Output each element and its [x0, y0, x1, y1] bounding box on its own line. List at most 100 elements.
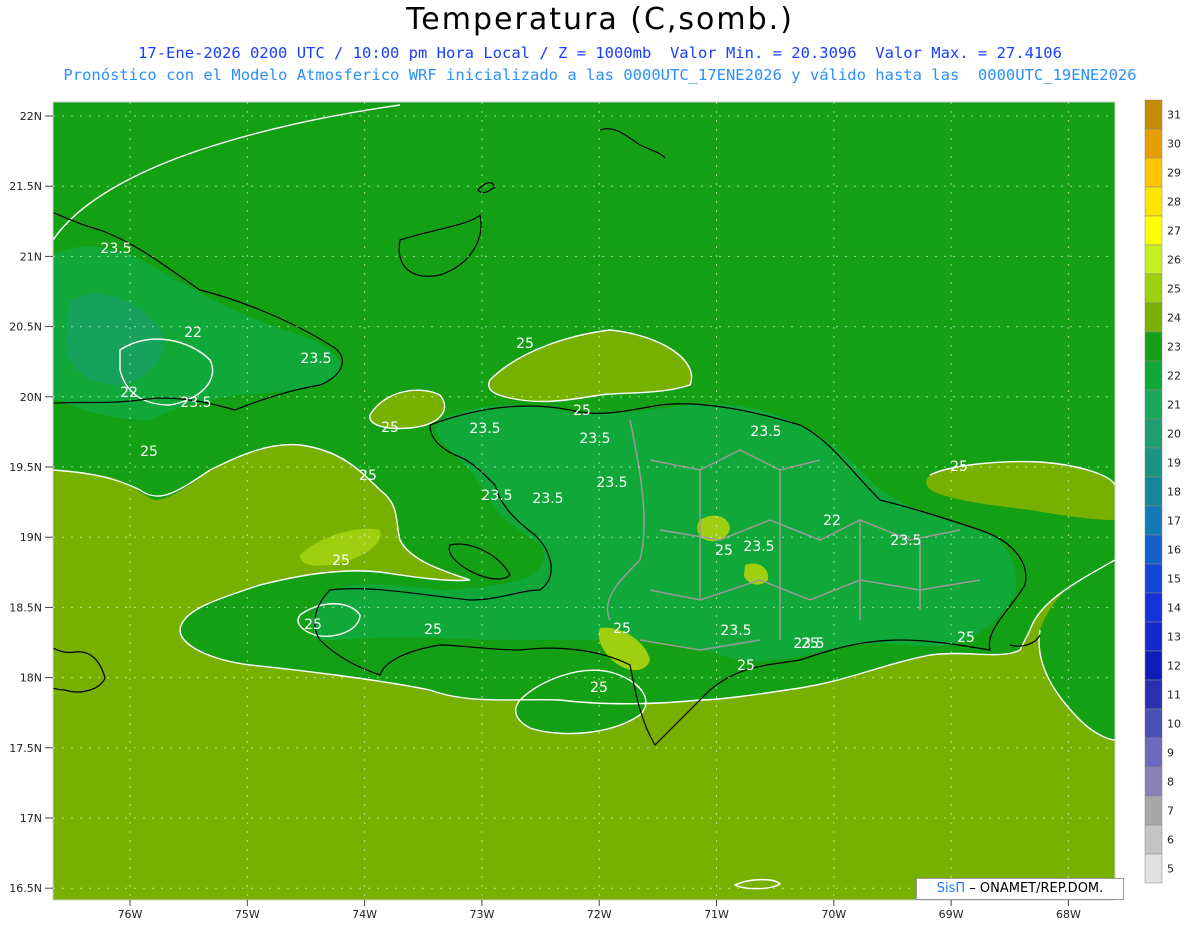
contour-label: 23.5 [180, 395, 211, 411]
contour-label: 25 [573, 403, 591, 419]
colorbar-label: 18 [1167, 486, 1181, 499]
colorbar-swatch [1144, 563, 1163, 594]
colorbar-swatch [1144, 795, 1163, 826]
lat-label: 21N [20, 250, 42, 263]
colorbar-label: 17 [1167, 515, 1181, 528]
contour-label: 23.5 [579, 431, 610, 447]
contour-label: 23.5 [481, 488, 512, 504]
lon-label: 72W [587, 908, 612, 921]
contour-label: 25 [140, 444, 158, 460]
colorbar-label: 5 [1167, 863, 1174, 876]
colorbar-label: 23 [1167, 341, 1181, 354]
colorbar-swatch [1144, 476, 1163, 507]
colorbar-swatch [1144, 215, 1163, 246]
colorbar-label: 7 [1167, 805, 1174, 818]
contour-label: 25 [332, 553, 350, 569]
contour-label: 23.5 [532, 491, 563, 507]
latitude-labels: 22N 21.5N 21N 20.5N 20N 19.5N 19N 18.5N 18N 17.5N… [9, 110, 53, 895]
lat-label: 16.5N [9, 882, 42, 895]
colorbar-label: 9 [1167, 747, 1174, 760]
colorbar-label: 25 [1167, 283, 1181, 296]
lat-label: 18.5N [9, 601, 42, 614]
lat-label: 21.5N [9, 180, 42, 193]
contour-label: 25 [304, 617, 322, 633]
colorbar-swatch [1144, 650, 1163, 681]
lon-label: 68W [1056, 908, 1081, 921]
lat-label: 19N [20, 531, 42, 544]
lat-label: 20N [20, 391, 42, 404]
contour-label: 25 [381, 420, 399, 436]
colorbar-swatch [1144, 273, 1163, 304]
colorbar-label: 20 [1167, 428, 1181, 441]
colorbar-swatch [1144, 766, 1163, 797]
lon-label: 76W [118, 908, 143, 921]
colorbar-label: 27 [1167, 225, 1181, 238]
colorbar-label: 15 [1167, 573, 1181, 586]
colorbar-label: 14 [1167, 602, 1181, 615]
contour-label: 23.5 [596, 475, 627, 491]
colorbar-swatch [1144, 302, 1163, 333]
contour-label: 25 [737, 658, 755, 674]
colorbar-label: 21 [1167, 399, 1181, 412]
lat-label: 17.5N [9, 742, 42, 755]
colorbar-label: 19 [1167, 457, 1181, 470]
colorbar-swatch [1144, 447, 1163, 478]
contour-label: 23.5 [743, 539, 774, 555]
colorbar-swatch [1144, 621, 1163, 652]
lon-label: 73W [469, 908, 494, 921]
colorbar-swatch [1144, 737, 1163, 768]
colorbar-label: 28 [1167, 196, 1181, 209]
credit-box: SisΠ – ONAMET/REP.DOM. [916, 878, 1124, 900]
lat-label: 20.5N [9, 321, 42, 334]
colorbar-label: 30 [1167, 138, 1181, 151]
lon-label: 74W [352, 908, 377, 921]
colorbar-swatch [1144, 679, 1163, 710]
colorbar-label: 22 [1167, 370, 1181, 383]
contour-label: 25 [516, 336, 534, 352]
contour-label: 23.5 [469, 421, 500, 437]
colorbar-label: 10 [1167, 718, 1181, 731]
lon-label: 75W [235, 908, 260, 921]
credit-brand: SisΠ [936, 881, 966, 896]
contour-label: 25 [590, 680, 608, 696]
colorbar-label: 29 [1167, 167, 1181, 180]
colorbar-swatch [1144, 186, 1163, 217]
lat-label: 22N [20, 110, 42, 123]
credit-text: – ONAMET/REP.DOM. [965, 881, 1104, 896]
lon-label: 71W [704, 908, 729, 921]
contour-label: 25 [957, 630, 975, 646]
colorbar-label: 12 [1167, 660, 1181, 673]
contour-label: 22 [120, 385, 138, 401]
contour-label: 22 [184, 325, 202, 341]
colorbar-swatch [1144, 824, 1163, 855]
contour-label: 25 [359, 468, 377, 484]
colorbar-swatch [1144, 708, 1163, 739]
colorbar-label: 16 [1167, 544, 1181, 557]
lat-label: 18N [20, 672, 42, 685]
colorbar-label: 6 [1167, 834, 1174, 847]
contour-label: 25 [613, 621, 631, 637]
lat-label: 17N [20, 812, 42, 825]
contour-label: 25 [424, 622, 442, 638]
lat-label: 19.5N [9, 461, 42, 474]
colorbar-label: 8 [1167, 776, 1174, 789]
colorbar-label: 31 [1167, 109, 1181, 122]
colorbar-label: 26 [1167, 254, 1181, 267]
colorbar-swatch [1144, 244, 1163, 275]
lon-label: 69W [939, 908, 964, 921]
colorbar-swatch [1144, 389, 1163, 420]
colorbar-swatch [1144, 360, 1163, 391]
contour-label: 23.5 [300, 351, 331, 367]
colorbar-swatch [1144, 853, 1163, 884]
temperature-map: 22N 21.5N 21N 20.5N 20N 19.5N 19N 18.5N 18N 17.5N… [9, 99, 1181, 921]
colorbar-swatch [1144, 418, 1163, 449]
contour-label: 25 [950, 459, 968, 475]
contour-label: 23.5 [750, 424, 781, 440]
lon-label: 70W [821, 908, 846, 921]
colorbar-label: 24 [1167, 312, 1181, 325]
colorbar-label: 11 [1167, 689, 1181, 702]
colorbar: 31 30 29 28 27 26 25 24 23 22 21 20 19 18 17 16 15 14 13 12… [1144, 99, 1181, 884]
colorbar-swatch [1144, 592, 1163, 623]
contour-label: 22 [823, 513, 841, 529]
colorbar-swatch [1144, 157, 1163, 188]
